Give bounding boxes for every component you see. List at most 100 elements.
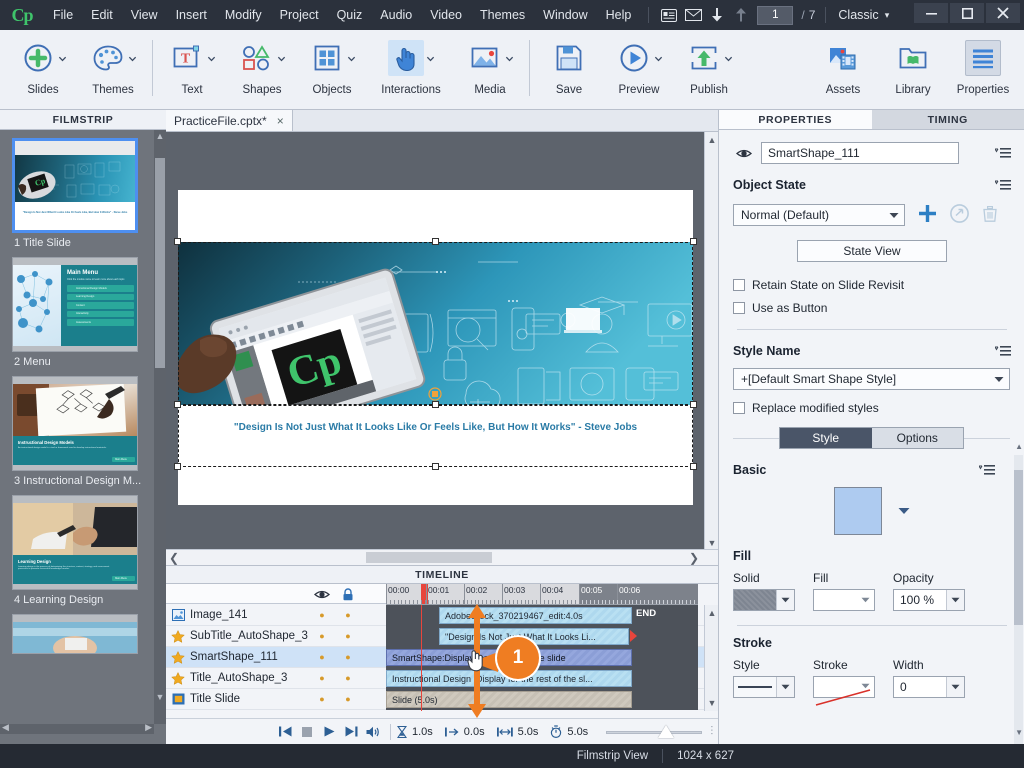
filmstrip-scrollbar[interactable]: ▲ ▼: [154, 130, 166, 724]
handle-top-center[interactable]: [432, 238, 439, 245]
audio-icon[interactable]: [362, 719, 384, 745]
row-visibility-dot[interactable]: ●: [312, 631, 332, 641]
chevron-down-icon[interactable]: [776, 590, 794, 610]
timeline-zoom-slider[interactable]: [606, 724, 703, 738]
document-tab-practicefile[interactable]: PracticeFile.cptx* ×: [166, 109, 293, 131]
scroll-right-icon[interactable]: ❯: [686, 550, 702, 566]
toolbar-properties-button[interactable]: Properties: [948, 30, 1018, 108]
skip-start-icon[interactable]: [274, 719, 296, 745]
fill-fill-select[interactable]: [813, 589, 875, 611]
add-state-icon[interactable]: [919, 205, 936, 225]
maximize-button[interactable]: [950, 3, 984, 23]
timeline-start-field[interactable]: 0.0s: [444, 726, 485, 738]
delete-state-icon[interactable]: [983, 205, 997, 225]
stroke-color-select[interactable]: [813, 676, 875, 706]
menu-audio[interactable]: Audio: [371, 0, 421, 30]
toolbar-shapes-button[interactable]: Shapes: [227, 30, 297, 108]
timeline-vertical-scrollbar[interactable]: ▲ ▼: [704, 605, 718, 711]
row-lock-dot[interactable]: ●: [338, 652, 358, 662]
retain-state-checkbox[interactable]: [733, 279, 745, 291]
row-lock-dot[interactable]: ●: [338, 673, 358, 683]
chevron-down-icon[interactable]: [277, 54, 286, 63]
scroll-left-icon[interactable]: ◀: [2, 722, 9, 733]
properties-scroll-thumb[interactable]: [1014, 470, 1023, 625]
segment-options[interactable]: Options: [872, 428, 964, 448]
toolbar-publish-button[interactable]: Publish: [674, 30, 744, 108]
timeline-duration-field[interactable]: 5.0s: [496, 726, 538, 738]
stage-horizontal-scrollbar[interactable]: ❮ ❯: [166, 549, 718, 565]
handle-top-right[interactable]: [690, 238, 697, 245]
scroll-up-icon[interactable]: ▲: [705, 606, 719, 620]
timeline-row-subtitle[interactable]: SubTitle_AutoShape_3 ● ● "Design Is Not …: [166, 626, 718, 647]
scroll-down-icon[interactable]: ▼: [705, 696, 719, 710]
reset-state-icon[interactable]: [950, 204, 969, 226]
row-lock-dot[interactable]: ●: [338, 694, 358, 704]
slide-subtitle-text[interactable]: "Design Is Not Just What It Looks Like O…: [178, 422, 693, 433]
mail-icon[interactable]: [681, 0, 705, 30]
filmstrip-icon[interactable]: [657, 0, 681, 30]
filmstrip-scroll-thumb[interactable]: [155, 158, 165, 368]
chevron-down-icon[interactable]: [724, 54, 733, 63]
tab-timing[interactable]: TIMING: [871, 110, 1024, 130]
hscroll-thumb[interactable]: [366, 552, 492, 563]
scroll-up-icon[interactable]: ▲: [155, 131, 165, 141]
toolbar-save-button[interactable]: Save: [534, 30, 604, 108]
chevron-down-icon[interactable]: [207, 54, 216, 63]
toolbar-library-button[interactable]: Library: [878, 30, 948, 108]
toolbar-interactions-button[interactable]: Interactions: [367, 30, 455, 108]
chevron-down-icon[interactable]: [58, 54, 67, 63]
timeline-track[interactable]: SmartShape:Display for the rest of the s…: [386, 647, 698, 668]
close-icon[interactable]: ×: [277, 114, 284, 128]
timeline-track[interactable]: AdobeStock_370219467_edit:4.0s END: [386, 605, 698, 626]
menu-file[interactable]: File: [44, 0, 82, 30]
menu-project[interactable]: Project: [271, 0, 328, 30]
resize-grip[interactable]: ⫶: [710, 724, 714, 739]
down-arrow-icon[interactable]: [705, 0, 729, 30]
stage-vertical-scrollbar[interactable]: ▲ ▼: [704, 132, 718, 551]
timeline-transition-field[interactable]: 1.0s: [397, 725, 433, 738]
timeline-track[interactable]: Slide (5.0s): [386, 689, 698, 710]
object-name-menu-icon[interactable]: [993, 147, 1011, 159]
chevron-down-icon[interactable]: [856, 597, 874, 603]
toolbar-media-button[interactable]: Media: [455, 30, 525, 108]
stroke-width-input[interactable]: 0: [893, 676, 965, 698]
menu-modify[interactable]: Modify: [216, 0, 271, 30]
handle-bottom-left[interactable]: [174, 463, 181, 470]
chevron-down-icon[interactable]: [347, 54, 356, 63]
segment-style[interactable]: Style: [780, 428, 872, 448]
play-icon[interactable]: [318, 719, 340, 745]
row-visibility-dot[interactable]: ●: [312, 610, 332, 620]
scroll-down-icon[interactable]: ▼: [705, 536, 719, 550]
chevron-down-icon[interactable]: [946, 677, 964, 697]
handle-top-left[interactable]: [174, 238, 181, 245]
minimize-button[interactable]: [914, 3, 948, 23]
style-name-select[interactable]: +[Default Smart Shape Style]: [733, 368, 1010, 390]
chevron-down-icon[interactable]: [776, 677, 794, 697]
toolbar-objects-button[interactable]: Objects: [297, 30, 367, 108]
eye-icon[interactable]: [312, 584, 332, 604]
stop-icon[interactable]: [296, 719, 318, 745]
chevron-down-icon[interactable]: [654, 54, 663, 63]
skip-end-icon[interactable]: [340, 719, 362, 745]
chevron-down-icon[interactable]: [128, 54, 137, 63]
current-slide-input[interactable]: 1: [757, 5, 794, 25]
toolbar-preview-button[interactable]: Preview: [604, 30, 674, 108]
row-visibility-dot[interactable]: ●: [312, 652, 332, 662]
timeline-track[interactable]: Instructional Design :Display for the re…: [386, 668, 698, 689]
menu-video[interactable]: Video: [421, 0, 471, 30]
fill-solid-select[interactable]: [733, 589, 795, 611]
object-state-select[interactable]: Normal (Default): [733, 204, 905, 226]
chevron-down-icon[interactable]: [505, 54, 514, 63]
object-name-input[interactable]: SmartShape_111: [761, 142, 959, 164]
chevron-down-icon[interactable]: [426, 54, 435, 63]
scroll-down-icon[interactable]: ▼: [155, 692, 165, 702]
menu-themes[interactable]: Themes: [471, 0, 534, 30]
stroke-style-select[interactable]: [733, 676, 795, 698]
scroll-down-icon[interactable]: ▼: [1015, 728, 1023, 737]
timeline-track[interactable]: "Design Is Not Just What It Looks Li...: [386, 626, 698, 647]
handle-mid-right[interactable]: [690, 401, 697, 408]
chevron-down-icon[interactable]: [946, 590, 964, 610]
chevron-down-icon[interactable]: [898, 507, 910, 515]
timeline-ruler[interactable]: 00:00 00:01 00:02 00:03 00:04 00:05 00:0…: [386, 584, 698, 605]
filmstrip-slide-5[interactable]: [12, 614, 150, 654]
